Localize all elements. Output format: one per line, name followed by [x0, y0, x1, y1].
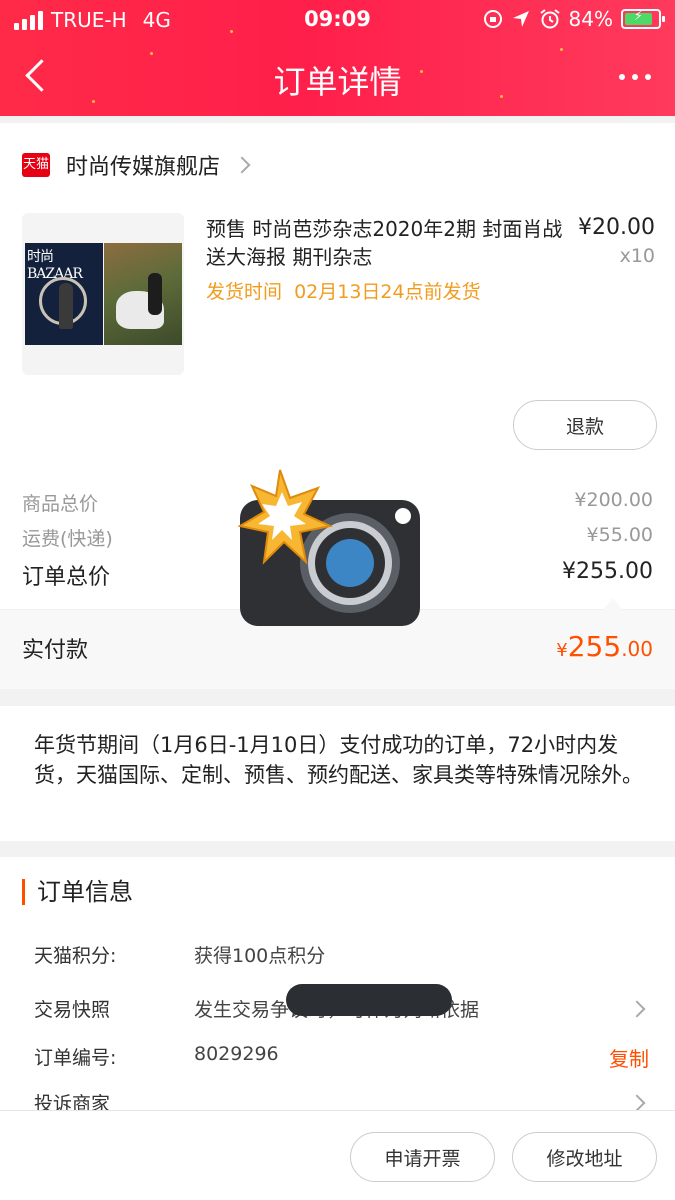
chevron-right-icon — [628, 1000, 646, 1018]
ship-time: 发货时间 02月13日24点前发货 — [206, 277, 481, 304]
sparkle-decoration — [150, 52, 153, 55]
bottom-action-bar: 申请开票 修改地址 — [0, 1110, 675, 1200]
rotation-lock-icon — [483, 10, 502, 28]
more-dot — [645, 74, 651, 80]
chevron-right-icon — [233, 156, 251, 174]
tmall-logo: 天猫 — [22, 153, 50, 177]
screenshot-camera-icon — [238, 469, 420, 626]
more-menu-button[interactable] — [613, 62, 657, 92]
sparkle-decoration — [560, 48, 563, 51]
redaction-bar — [286, 984, 452, 1016]
battery-percent: 84% — [568, 7, 613, 31]
order-total-value: ¥255.00 — [562, 559, 653, 584]
refund-button[interactable]: 退款 — [513, 400, 657, 450]
paid-label: 实付款 — [22, 638, 89, 663]
app-header: TRUE-H 4G 09:09 84% ⚡ 订单详情 — [0, 0, 675, 116]
points-row: 天猫积分: 获得100点积分 — [34, 941, 653, 971]
copy-button[interactable]: 复制 — [609, 1043, 649, 1072]
battery-icon: ⚡ — [621, 9, 665, 29]
shop-link[interactable]: 天猫 时尚传媒旗舰店 — [22, 149, 251, 181]
cover-figure-shape — [59, 283, 73, 329]
ship-value: 02月13日24点前发货 — [294, 281, 481, 303]
goods-total-label: 商品总价 — [22, 493, 99, 515]
snapshot-label: 交易快照 — [34, 999, 111, 1021]
alarm-icon — [539, 9, 560, 29]
shipping-value: ¥55.00 — [586, 524, 653, 546]
order-number-row: 订单编号: 8029296 复制 — [34, 1043, 653, 1073]
product-quantity: x10 — [619, 245, 655, 267]
ship-label: 发货时间 — [206, 281, 283, 303]
order-total-label: 订单总价 — [22, 565, 111, 590]
product-image[interactable]: 时尚BAZAAR — [22, 213, 184, 375]
shop-name: 时尚传媒旗舰店 — [66, 155, 221, 180]
product-title[interactable]: 预售 时尚芭莎杂志2020年2期 封面肖战 送大海报 期刊杂志 — [206, 215, 566, 271]
location-icon — [512, 11, 529, 27]
chevron-right-icon — [628, 1094, 646, 1112]
modify-address-button[interactable]: 修改地址 — [512, 1132, 657, 1182]
magazine-cover-2 — [104, 243, 182, 345]
paid-value: ¥255.00 — [556, 630, 653, 663]
page-title: 订单详情 — [273, 63, 402, 101]
order-info-title: 订单信息 — [22, 879, 133, 905]
paid-currency: ¥ — [556, 640, 568, 661]
notice-text: 年货节期间（1月6日-1月10日）支付成功的订单，72小时内发货，天猫国际、定制… — [34, 733, 643, 787]
order-number-label: 订单编号: — [34, 1047, 117, 1069]
cover-rider-shape — [148, 273, 162, 315]
apply-invoice-button[interactable]: 申请开票 — [350, 1132, 495, 1182]
paid-decimal: .00 — [621, 637, 653, 661]
goods-total-value: ¥200.00 — [574, 489, 653, 511]
more-dot — [632, 74, 638, 80]
points-label: 天猫积分: — [34, 945, 117, 967]
product-price: ¥20.00 — [578, 215, 655, 240]
points-value: 获得100点积分 — [194, 945, 326, 967]
order-number-value: 8029296 — [194, 1043, 279, 1065]
shipping-label: 运费(快递) — [22, 528, 113, 550]
notice-card: 年货节期间（1月6日-1月10日）支付成功的订单，72小时内发货，天猫国际、定制… — [0, 706, 675, 841]
more-dot — [619, 74, 625, 80]
status-right: 84% ⚡ — [483, 7, 665, 31]
status-bar: TRUE-H 4G 09:09 84% ⚡ — [0, 0, 675, 40]
paid-integer: 255 — [567, 630, 622, 663]
magazine-cover-1: 时尚BAZAAR — [25, 243, 103, 345]
